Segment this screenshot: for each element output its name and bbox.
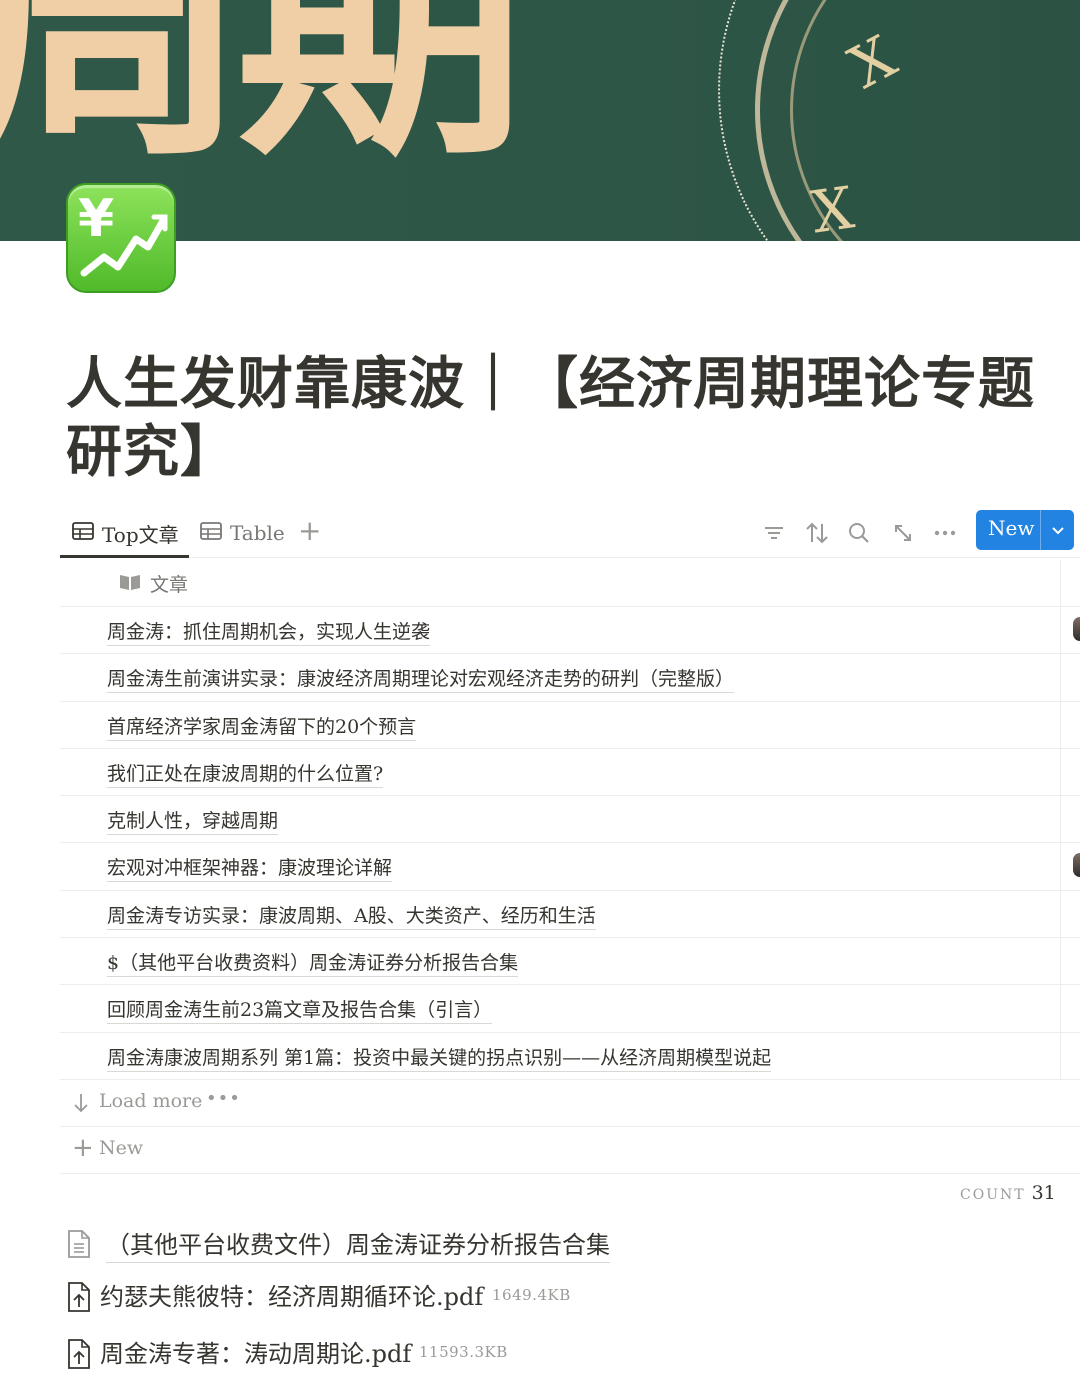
- article-title[interactable]: $（其他平台收费资料）周金涛证券分析报告合集: [107, 948, 519, 978]
- file-size: 1649.4KB: [492, 1286, 571, 1304]
- count-label: COUNT: [960, 1187, 1026, 1203]
- chart-increasing-with-yen-icon[interactable]: ¥: [66, 183, 176, 293]
- tab-label: Table: [230, 521, 285, 545]
- table-row[interactable]: 周金涛生前演讲实录：康波经济周期理论对宏观经济走势的研判（完整版）: [60, 654, 1080, 702]
- search-icon[interactable]: [846, 520, 872, 546]
- expand-icon[interactable]: [890, 520, 916, 546]
- new-button-label: New: [988, 516, 1035, 540]
- table-header: 文章: [60, 560, 1080, 607]
- table-row[interactable]: 周金涛专访实录：康波周期、A股、大类资产、经历和生活: [60, 891, 1080, 939]
- table-icon: [200, 521, 222, 545]
- tab-label: Top文章: [102, 522, 179, 547]
- cover-text: 周期: [0, 0, 526, 195]
- article-title[interactable]: 首席经济学家周金涛留下的20个预言: [107, 712, 417, 741]
- subpage-title[interactable]: （其他平台收费文件）周金涛证券分析报告合集: [106, 1225, 610, 1263]
- file-name[interactable]: 约瑟夫熊彼特：经济周期循环论.pdf: [100, 1277, 483, 1312]
- table-row[interactable]: 首席经济学家周金涛留下的20个预言: [60, 702, 1080, 749]
- count-value: 31: [1031, 1182, 1056, 1204]
- article-title[interactable]: 周金涛：抓住周期机会，实现人生逆袭: [107, 617, 431, 646]
- file-upload-icon: [66, 1281, 92, 1317]
- more-icon[interactable]: •••: [206, 1088, 241, 1109]
- avatar: [1073, 617, 1080, 641]
- article-title[interactable]: 周金涛生前演讲实录：康波经济周期理论对宏观经济走势的研判（完整版）: [107, 664, 735, 694]
- add-row-label: New: [99, 1136, 144, 1159]
- file-size: 11593.3KB: [419, 1343, 508, 1361]
- table-row[interactable]: 克制人性，穿越周期: [60, 796, 1080, 844]
- database-table: 文章 周金涛：抓住周期机会，实现人生逆袭 周金涛生前演讲实录：康波经济周期理论对…: [60, 560, 1080, 1174]
- add-view-button[interactable]: +: [298, 514, 321, 547]
- avatar: [1073, 853, 1080, 878]
- page-title[interactable]: 人生发财靠康波｜【经济周期理论专题研究】: [66, 350, 1056, 486]
- row-count: COUNT 31: [960, 1182, 1056, 1204]
- arrow-down-icon: [72, 1092, 90, 1118]
- trend-line-icon: [80, 214, 168, 277]
- button-divider: [1040, 510, 1041, 550]
- table-row[interactable]: 周金涛康波周期系列 第1篇：投资中最关键的拐点识别——从经济周期模型说起: [60, 1033, 1080, 1080]
- tab-table[interactable]: Table: [200, 508, 285, 558]
- table-row[interactable]: 宏观对冲框架神器：康波理论详解: [60, 843, 1080, 891]
- article-title[interactable]: 回顾周金涛生前23篇文章及报告合集（引言）: [107, 995, 493, 1025]
- document-icon: [66, 1229, 92, 1263]
- article-title[interactable]: 周金涛康波周期系列 第1篇：投资中最关键的拐点识别——从经济周期模型说起: [107, 1043, 772, 1072]
- file-name[interactable]: 周金涛专著：涛动周期论.pdf: [100, 1334, 411, 1369]
- article-title[interactable]: 周金涛专访实录：康波周期、A股、大类资产、经历和生活: [107, 901, 596, 930]
- add-row-button[interactable]: + New: [60, 1127, 1080, 1174]
- chevron-down-icon[interactable]: [1048, 518, 1068, 546]
- table-row[interactable]: $（其他平台收费资料）周金涛证券分析报告合集: [60, 938, 1080, 986]
- sort-icon[interactable]: [804, 520, 830, 546]
- more-icon[interactable]: [932, 520, 958, 546]
- load-more-button[interactable]: Load more •••: [60, 1080, 1080, 1127]
- tab-top-articles[interactable]: Top文章: [72, 508, 179, 558]
- new-record-button[interactable]: New: [976, 510, 1074, 550]
- article-title[interactable]: 克制人性，穿越周期: [107, 806, 279, 836]
- file-upload-icon: [66, 1338, 92, 1374]
- book-icon: [118, 572, 142, 596]
- table-row[interactable]: 回顾周金涛生前23篇文章及报告合集（引言）: [60, 985, 1080, 1033]
- table-icon: [72, 521, 94, 545]
- filter-icon[interactable]: [761, 520, 787, 546]
- table-row[interactable]: 周金涛：抓住周期机会，实现人生逆袭: [60, 607, 1080, 655]
- article-title[interactable]: 我们正处在康波周期的什么位置?: [107, 759, 384, 788]
- load-more-label: Load more: [99, 1089, 203, 1112]
- active-tab-indicator: [60, 555, 189, 558]
- article-title[interactable]: 宏观对冲框架神器：康波理论详解: [107, 853, 393, 883]
- database-view-bar: Top文章 Table + New: [60, 508, 1080, 558]
- table-row[interactable]: 我们正处在康波周期的什么位置?: [60, 749, 1080, 797]
- column-header-article[interactable]: 文章: [150, 570, 188, 597]
- plus-icon: +: [72, 1132, 94, 1163]
